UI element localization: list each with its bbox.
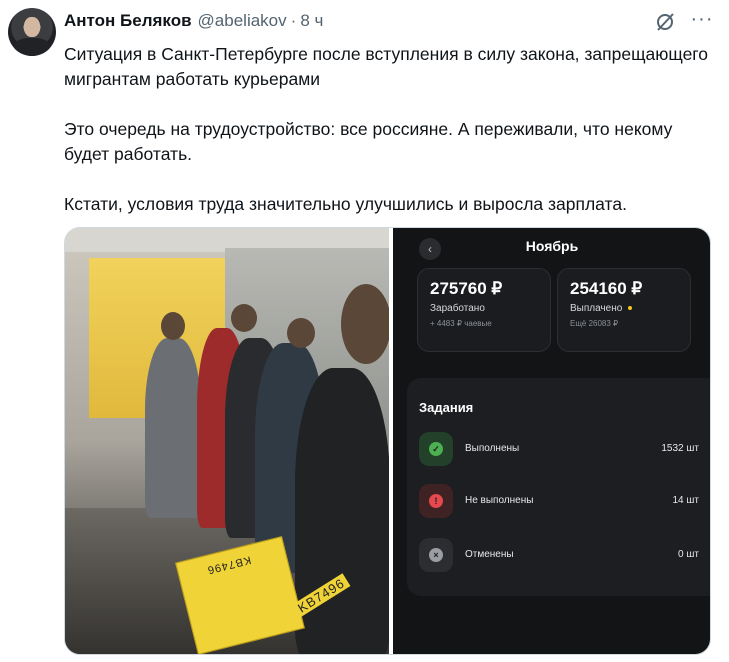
- photo-person-head: [287, 318, 315, 348]
- task-label: Отменены: [464, 549, 514, 560]
- warning-icon: !: [428, 494, 443, 508]
- tips-amount: + 4483 ₽ чаевые: [429, 319, 492, 328]
- tasks-panel: Задания ✓ Выполнены 1532 шт ! Не выполне…: [406, 378, 710, 596]
- photo-person-head: [231, 304, 257, 332]
- task-count: 14 шт: [672, 495, 699, 506]
- author-handle[interactable]: @abeliakov: [198, 11, 287, 31]
- tasks-title: Задания: [418, 400, 474, 415]
- earned-label: Заработано: [429, 303, 485, 314]
- task-row-failed[interactable]: ! Не выполнены 14 шт: [418, 484, 710, 520]
- pending-amount: Ещё 26083 ₽: [569, 319, 619, 328]
- task-row-cancelled[interactable]: × Отменены 0 шт: [418, 538, 710, 574]
- cancel-icon: ×: [428, 548, 443, 562]
- paid-label-text: Выплачено: [569, 303, 623, 314]
- tweet-paragraph: Ситуация в Санкт-Петербурге после вступл…: [64, 44, 709, 89]
- avatar-body: [14, 38, 50, 56]
- avatar-face: [24, 17, 40, 37]
- queue-photo[interactable]: KB7496 KB7496: [65, 228, 389, 654]
- paid-label: Выплачено: [570, 303, 678, 314]
- author-name[interactable]: Антон Беляков: [64, 11, 192, 31]
- box-label: KB7496: [205, 553, 253, 577]
- tweet-paragraph: Это очередь на трудоустройство: все росс…: [64, 119, 673, 164]
- task-count: 1532 шт: [661, 443, 699, 454]
- grok-icon[interactable]: [653, 10, 677, 34]
- task-row-completed[interactable]: ✓ Выполнены 1532 шт: [418, 432, 710, 468]
- earned-amount: 275760 ₽: [429, 279, 503, 298]
- paid-card: 254160 ₽ Выплачено Ещё 26083 ₽: [556, 268, 691, 352]
- task-label: Выполнены: [464, 443, 520, 454]
- app-title: Ноябрь: [525, 238, 579, 254]
- task-icon-bg: !: [418, 484, 453, 518]
- photo-person: [145, 338, 201, 518]
- tweet-header: Антон Беляков @abeliakov · 8 ч: [64, 10, 323, 32]
- earned-card: 275760 ₽ Заработано + 4483 ₽ чаевые: [416, 268, 551, 352]
- tweet-text: Ситуация в Санкт-Петербурге после вступл…: [64, 42, 714, 217]
- task-count: 0 шт: [678, 549, 699, 560]
- tweet-paragraph: Кстати, условия труда значительно улучши…: [64, 194, 627, 214]
- task-label: Не выполнены: [464, 495, 534, 506]
- more-icon[interactable]: ···: [690, 9, 714, 34]
- photo-person-head: [161, 312, 185, 340]
- author-avatar[interactable]: [8, 8, 56, 56]
- task-icon-bg: ×: [418, 538, 453, 572]
- courier-app-screenshot[interactable]: ‹ Ноябрь 275760 ₽ Заработано + 4483 ₽ ча…: [392, 228, 710, 654]
- task-icon-bg: ✓: [418, 432, 453, 466]
- tweet-media[interactable]: KB7496 KB7496 ‹ Ноябрь 275760 ₽ Заработа…: [64, 227, 711, 655]
- tweet-time[interactable]: 8 ч: [300, 11, 323, 31]
- paid-amount: 254160 ₽: [569, 279, 643, 298]
- pending-dot-icon: [628, 306, 633, 311]
- separator-dot: ·: [290, 11, 297, 30]
- check-icon: ✓: [428, 442, 443, 456]
- photo-person-head: [341, 284, 389, 364]
